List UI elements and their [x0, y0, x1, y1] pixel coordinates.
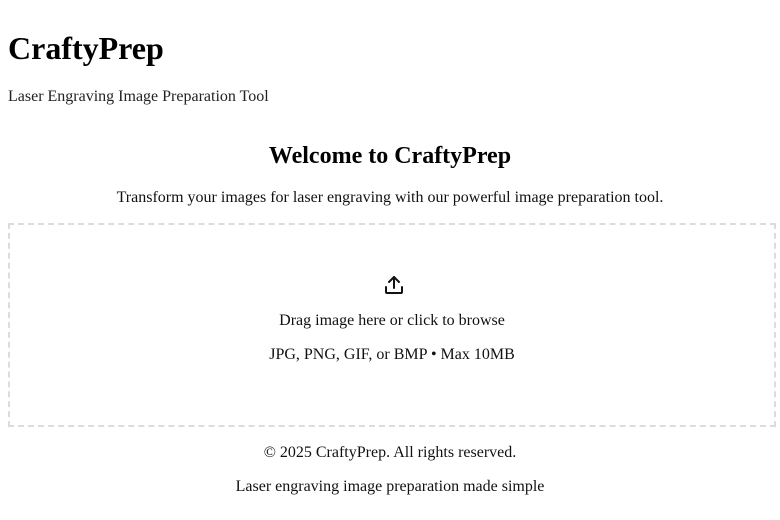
welcome-heading: Welcome to CraftyPrep — [268, 143, 512, 169]
app-title: CraftyPrep — [8, 30, 164, 66]
welcome-description: Transform your images for laser engravin… — [116, 189, 664, 206]
footer-copyright: © 2025 CraftyPrep. All rights reserved. — [263, 444, 517, 461]
image-dropzone[interactable]: Drag image here or click to browse JPG, … — [8, 223, 776, 427]
app-subtitle: Laser Engraving Image Preparation Tool — [8, 88, 269, 105]
app-root: CraftyPrep Laser Engraving Image Prepara… — [0, 0, 780, 520]
upload-icon — [382, 273, 406, 297]
dropzone-file-types: JPG, PNG, GIF, or BMP • Max 10MB — [269, 346, 515, 363]
footer-tagline: Laser engraving image preparation made s… — [235, 478, 545, 495]
dropzone-instructions: Drag image here or click to browse — [279, 312, 505, 329]
